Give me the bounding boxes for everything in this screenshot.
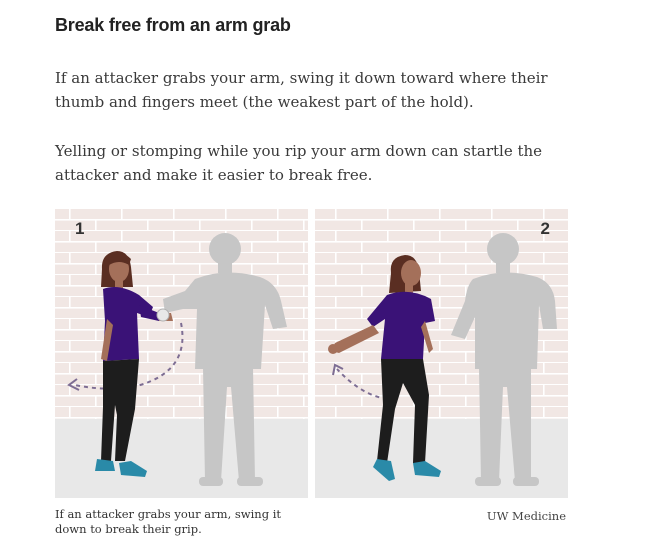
woman-arm-grabbed-illustration (55, 209, 308, 498)
figure-caption: If an attacker grabs your arm, swing it … (55, 507, 282, 536)
image-credit: UW Medicine (486, 509, 566, 523)
section-heading: Break free from an arm grab (55, 15, 291, 35)
panel-number: 2 (540, 219, 550, 238)
illustration-panel-2: 2 (315, 209, 568, 498)
panel-number: 1 (75, 219, 85, 238)
self-defense-illustration: 1 2 (55, 209, 568, 498)
woman-breaking-free-illustration (315, 209, 568, 498)
illustration-panel-1: 1 (55, 209, 308, 498)
tip-paragraph: Yelling or stomping while you rip your a… (55, 142, 543, 184)
instruction-paragraph: If an attacker grabs your arm, swing it … (55, 69, 548, 111)
